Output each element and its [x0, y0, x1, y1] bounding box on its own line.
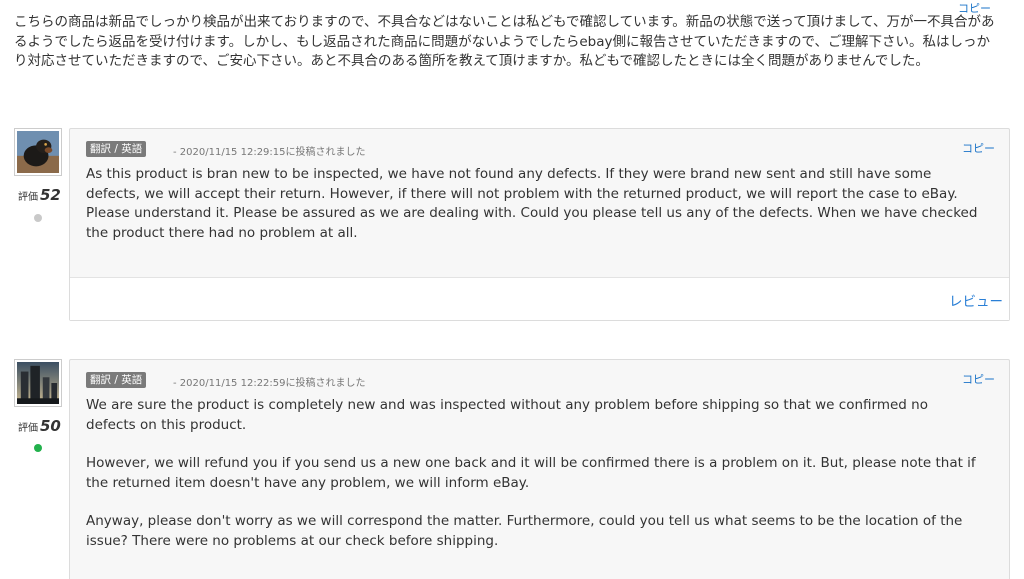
- translation-paragraph: We are sure the product is completely ne…: [86, 397, 928, 433]
- translation-paragraph: Anyway, please don't worry as we will co…: [86, 513, 963, 549]
- avatar[interactable]: [14, 128, 62, 176]
- rating: 評価 50: [18, 417, 61, 435]
- translation-entry: 評価 52 翻訳 / 英語 - 2020/11/15 12:29:15に投稿されま…: [14, 128, 1010, 321]
- avatar[interactable]: [14, 359, 62, 407]
- language-badge: 翻訳 / 英語: [86, 372, 147, 388]
- source-text: こちらの商品は新品でしっかり検品が出来ておりますので、不具合などはないことは私ど…: [14, 14, 995, 69]
- translation-card: 翻訳 / 英語 - 2020/11/15 12:22:59に投稿されました コピ…: [69, 359, 1010, 579]
- copy-link[interactable]: コピー: [962, 371, 995, 387]
- review-link[interactable]: レビュー: [949, 290, 1003, 310]
- card-footer: レビュー: [70, 277, 1009, 320]
- avatar-dog-image: [17, 131, 59, 173]
- rating: 評価 52: [18, 186, 61, 204]
- translation-paragraph: As this product is bran new to be inspec…: [86, 166, 978, 241]
- translation-text: We are sure the product is completely ne…: [70, 394, 1009, 551]
- avatar-city-image: [17, 362, 59, 404]
- posted-timestamp: - 2020/11/15 12:22:59に投稿されました: [173, 378, 366, 389]
- status-dot: [34, 214, 42, 222]
- status-dot: [34, 444, 42, 452]
- rating-value: 52: [40, 186, 61, 204]
- rating-label: 評価: [18, 192, 38, 203]
- card-header: 翻訳 / 英語 - 2020/11/15 12:29:15に投稿されました コピ…: [70, 129, 1009, 163]
- translation-paragraph: However, we will refund you if you send …: [86, 455, 976, 491]
- copy-link[interactable]: コピー: [962, 140, 995, 156]
- rating-label: 評価: [18, 423, 38, 434]
- rating-value: 50: [40, 417, 61, 435]
- translation-card: 翻訳 / 英語 - 2020/11/15 12:29:15に投稿されました コピ…: [69, 128, 1010, 321]
- posted-timestamp: - 2020/11/15 12:29:15に投稿されました: [173, 147, 366, 158]
- translation-text: As this product is bran new to be inspec…: [70, 163, 1009, 243]
- language-badge: 翻訳 / 英語: [86, 141, 147, 157]
- card-header: 翻訳 / 英語 - 2020/11/15 12:22:59に投稿されました コピ…: [70, 360, 1009, 394]
- translation-entry: 評価 50 翻訳 / 英語 - 2020/11/15 12:22:59に投稿されま…: [14, 359, 1010, 579]
